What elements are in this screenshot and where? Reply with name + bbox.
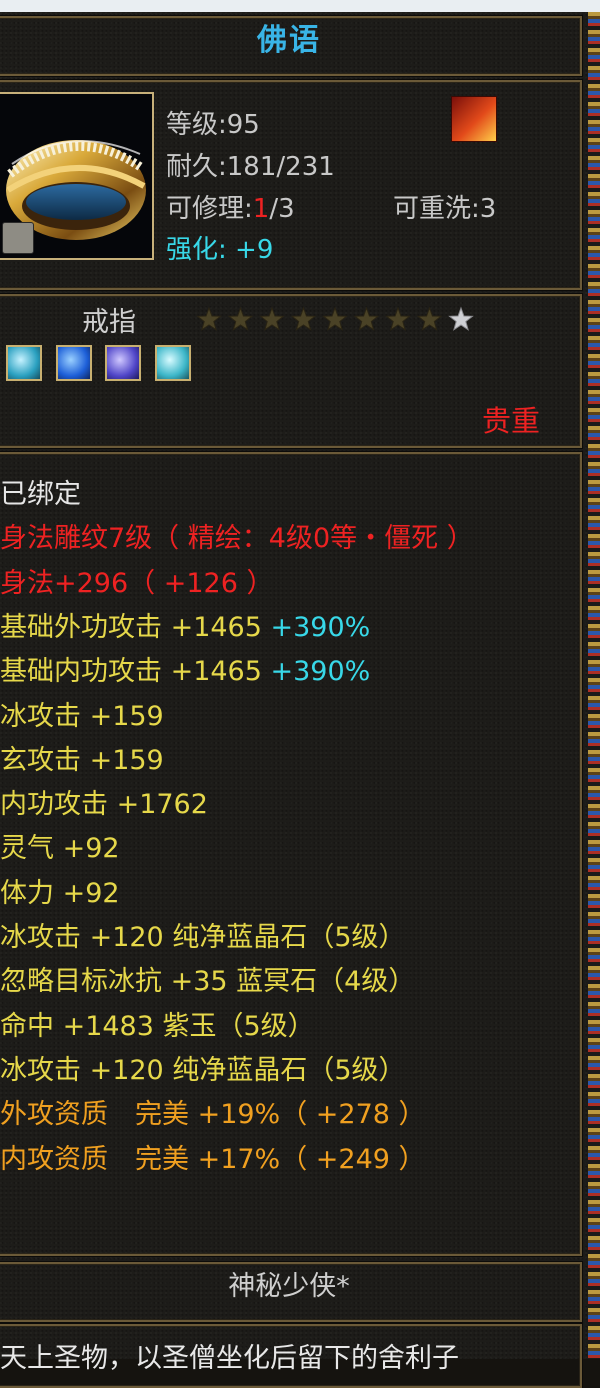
- attribute-line: 内功攻击 +1762: [0, 789, 208, 821]
- item-description: 天上圣物，以圣僧坐化后留下的舍利子: [0, 1343, 459, 1374]
- gem-slot-4: [155, 345, 191, 381]
- attribute-line: 内攻资质 完美 +17%（ +249 ）: [0, 1143, 426, 1175]
- owner-name: 神秘少侠*: [228, 1271, 350, 1302]
- star-filled-icon: [227, 306, 254, 331]
- star-filled-icon: [290, 306, 317, 331]
- star-filled-icon: [322, 306, 348, 331]
- attribute-line: 身法雕纹7级（ 精绘：4级0等・僵死 ）: [0, 523, 474, 555]
- attribute-line: 已绑定: [0, 479, 81, 510]
- rewash-stat: 可重洗:3: [393, 194, 497, 224]
- attribute-line: 命中 +1483 紫玉（5级）: [0, 1010, 315, 1042]
- background-game-strip: [588, 12, 600, 1359]
- star-rating: [196, 306, 474, 331]
- gem-slot-1: [6, 345, 42, 381]
- attribute-line: 冰攻击 +120 纯净蓝晶石（5级）: [0, 1054, 406, 1086]
- level-stat: 等级:95: [166, 110, 260, 140]
- attribute-line: 玄攻击 +159: [0, 744, 164, 776]
- attribute-line: 身法+296（ +126 ）: [0, 567, 274, 599]
- window-top-edge: [0, 0, 600, 12]
- gem-slot-2: [56, 345, 92, 381]
- gem-slot-3: [105, 345, 141, 381]
- attribute-line: 灵气 +92: [0, 833, 120, 865]
- star-filled-icon: [259, 306, 285, 331]
- engraving-effect-icon: [451, 96, 497, 142]
- item-type: 戒指: [82, 307, 136, 338]
- bound-lock-icon: [2, 222, 34, 254]
- attribute-line: 冰攻击 +120 纯净蓝晶石（5级）: [0, 922, 406, 953]
- attribute-line: 忽略目标冰抗 +35 蓝冥石（4级）: [0, 966, 416, 998]
- attribute-line: 外攻资质 完美 +19%（ +278 ）: [0, 1099, 426, 1131]
- star-filled-icon: [416, 306, 443, 331]
- enhance-stat: 强化: +9: [166, 235, 274, 265]
- attribute-line: 基础内功攻击 +1465 +390%: [0, 656, 371, 688]
- star-filled-icon: [353, 306, 380, 331]
- star-filled-icon: [385, 306, 411, 331]
- attribute-line: 冰攻击 +159: [0, 700, 164, 732]
- star-empty-icon: [448, 306, 474, 331]
- repairable-stat: 可修理:1/3: [166, 194, 295, 224]
- item-title: 佛语: [257, 23, 321, 58]
- quality-label: 贵重: [482, 404, 541, 438]
- attribute-line: 基础外功攻击 +1465 +390%: [0, 611, 371, 643]
- durability-stat: 耐久:181/231: [166, 152, 335, 182]
- star-filled-icon: [196, 306, 222, 331]
- attribute-line: 体力 +92: [0, 877, 120, 909]
